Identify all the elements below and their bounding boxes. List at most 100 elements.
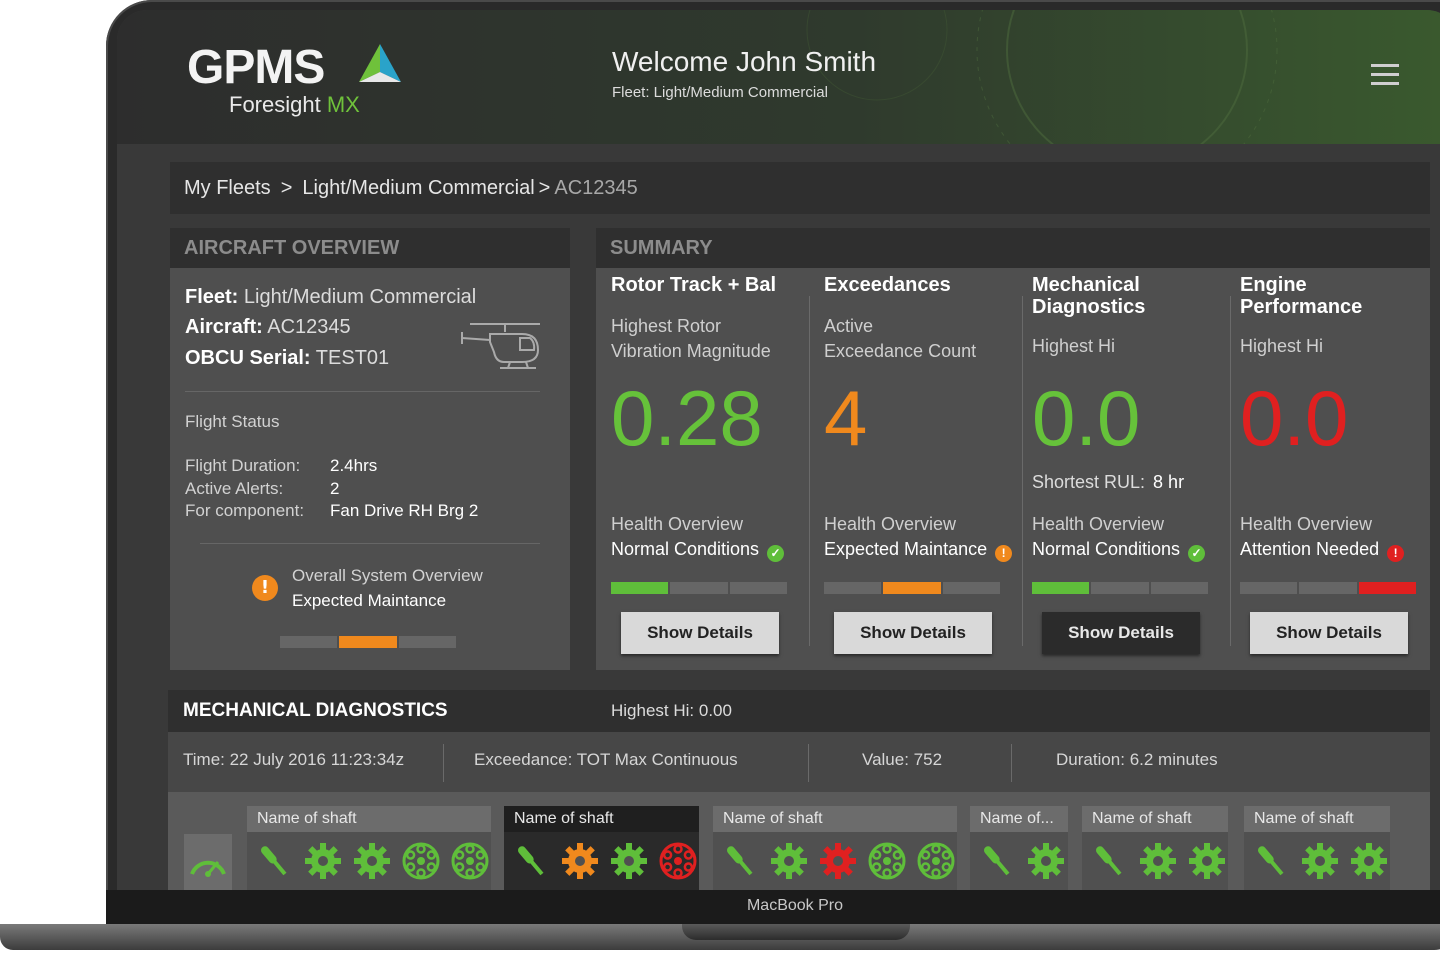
engine-performance-health-bar bbox=[1240, 582, 1416, 594]
shaft-component-icons bbox=[976, 840, 1067, 882]
bearing-icon[interactable] bbox=[866, 840, 908, 882]
warning-icon: ! bbox=[252, 575, 278, 601]
summary-column-divider bbox=[1230, 296, 1231, 646]
bearing-icon[interactable] bbox=[400, 840, 442, 882]
breadcrumb: My Fleets > Light/Medium Commercial > AC1234… bbox=[170, 162, 1430, 214]
gear-icon[interactable] bbox=[1348, 840, 1390, 882]
shaft-card[interactable]: Name of shaft bbox=[1244, 806, 1390, 890]
gear-icon[interactable] bbox=[1025, 840, 1067, 882]
engine-performance-card: Engine Performance Highest Hi 0.0 Health Ov… bbox=[1240, 268, 1430, 670]
menu-icon[interactable] bbox=[1371, 64, 1399, 91]
overview-obcu: OBCU Serial: TEST01 bbox=[185, 347, 389, 370]
aircraft-overview-title: AIRCRAFT OVERVIEW bbox=[170, 228, 570, 268]
gear-icon[interactable] bbox=[559, 840, 601, 882]
sensor-probe-icon[interactable] bbox=[1088, 840, 1130, 882]
shaft-component-icons bbox=[1088, 840, 1228, 882]
engine-performance-health-label: Health Overview bbox=[1240, 514, 1373, 534]
gear-icon[interactable] bbox=[1137, 840, 1179, 882]
gauge-icon bbox=[190, 860, 226, 877]
gear-icon[interactable] bbox=[1186, 840, 1228, 882]
mechanical-diagnostics-health-bar-segment bbox=[1032, 582, 1090, 594]
shaft-card[interactable]: Name of shaft bbox=[1082, 806, 1228, 890]
sensor-probe-icon[interactable] bbox=[1250, 840, 1292, 882]
sensor-probe-icon[interactable] bbox=[510, 840, 552, 882]
bearing-icon[interactable] bbox=[915, 840, 957, 882]
exceedances-health-status-text: Expected Maintance bbox=[824, 539, 988, 559]
sensor-probe-icon[interactable] bbox=[719, 840, 761, 882]
active-alerts-value: 2 bbox=[330, 479, 340, 498]
check-circle-icon: ✓ bbox=[767, 545, 785, 562]
rotor-track-bal-health-bar-segment bbox=[670, 582, 728, 594]
shaft-name: Name of shaft bbox=[504, 806, 699, 832]
bearing-icon[interactable] bbox=[657, 840, 699, 882]
exceedance-duration: Duration: 6.2 minutes bbox=[1056, 750, 1218, 769]
rotor-track-bal-show-details-button[interactable]: Show Details bbox=[621, 612, 779, 654]
check-circle-icon: ✓ bbox=[1188, 545, 1206, 562]
engine-performance-health-bar-segment bbox=[1240, 582, 1298, 594]
shaft-card[interactable]: Name of shaft bbox=[504, 806, 699, 890]
app-header: GPMS Foresight MX Welcome John Smith Fle… bbox=[117, 10, 1440, 144]
engine-performance-value: 0.0 bbox=[1240, 374, 1349, 462]
mechanical-diagnostics-title: Mechanical Diagnostics bbox=[1032, 274, 1146, 318]
gear-icon[interactable] bbox=[302, 840, 344, 882]
bearing-icon[interactable] bbox=[449, 840, 491, 882]
sensor-probe-icon[interactable] bbox=[253, 840, 295, 882]
shaft-name: Name of... bbox=[970, 806, 1068, 832]
flight-duration-value: 2.4hrs bbox=[330, 456, 378, 475]
logo-subtitle: Foresight MX bbox=[229, 92, 360, 118]
header-fleet: Fleet: Light/Medium Commercial bbox=[612, 84, 828, 101]
mechanical-diagnostics-health-status: Normal Conditions ✓ bbox=[1032, 539, 1206, 562]
shaft-strip: Name of shaft Name of shaft Name of shaft N… bbox=[168, 792, 1430, 890]
shaft-name: Name of shaft bbox=[247, 806, 491, 832]
exceedances-health-bar-segment bbox=[824, 582, 882, 594]
shaft-component-icons bbox=[719, 840, 957, 882]
gear-icon[interactable] bbox=[1299, 840, 1341, 882]
breadcrumb-current: AC12345 bbox=[554, 177, 638, 199]
mechanical-diagnostics-header: MECHANICAL DIAGNOSTICS Highest Hi: 0.00 bbox=[168, 690, 1430, 732]
mechanical-diagnostics-health-bar bbox=[1032, 582, 1208, 594]
exceedances-health-bar-segment bbox=[883, 582, 941, 594]
gear-icon[interactable] bbox=[768, 840, 810, 882]
shaft-component-icons bbox=[510, 840, 699, 882]
rotor-track-bal-card: Rotor Track + Bal Highest Rotor Vibration… bbox=[611, 268, 801, 670]
gear-icon[interactable] bbox=[351, 840, 393, 882]
shaft-card[interactable]: Name of... bbox=[970, 806, 1068, 890]
engine-performance-subtitle: Highest Hi bbox=[1240, 336, 1324, 356]
summary-column-divider bbox=[809, 296, 810, 646]
fleet-label: Fleet: bbox=[185, 286, 239, 308]
shaft-name: Name of shaft bbox=[1082, 806, 1228, 832]
exceedances-show-details-button[interactable]: Show Details bbox=[834, 612, 992, 654]
mechanical-diagnostics-show-details-button[interactable]: Show Details bbox=[1042, 612, 1200, 654]
rotor-track-bal-health-status-text: Normal Conditions bbox=[611, 539, 760, 559]
exceedance-details-row: Time: 22 July 2016 11:23:34z Exceedance:… bbox=[168, 732, 1430, 792]
component-value: Fan Drive RH Brg 2 bbox=[330, 501, 479, 520]
mechanical-diagnostics-subtitle: Highest Hi bbox=[1032, 336, 1116, 356]
active-alerts-label: Active Alerts: bbox=[185, 479, 284, 498]
rotor-track-bal-title: Rotor Track + Bal bbox=[611, 274, 777, 296]
shortest-rul-label: Shortest RUL: bbox=[1032, 472, 1146, 492]
shaft-card[interactable]: Name of shaft bbox=[713, 806, 957, 890]
mechanical-diagnostics-health-label: Health Overview bbox=[1032, 514, 1165, 534]
gpms-logo-icon bbox=[359, 44, 401, 82]
rotor-track-bal-subtitle: Highest Rotor Vibration Magnitude bbox=[611, 316, 771, 361]
gear-icon[interactable] bbox=[608, 840, 650, 882]
gpms-logo-text: GPMS bbox=[187, 41, 325, 94]
breadcrumb-separator: > bbox=[538, 177, 551, 199]
gear-icon[interactable] bbox=[817, 840, 859, 882]
aircraft-overview-panel: AIRCRAFT OVERVIEW Fleet: Light/Medium Co… bbox=[170, 228, 570, 670]
helicopter-icon bbox=[461, 323, 540, 369]
gauge-tile[interactable] bbox=[184, 834, 232, 890]
engine-performance-show-details-button[interactable]: Show Details bbox=[1250, 612, 1408, 654]
rotor-track-bal-health-bar-segment bbox=[729, 582, 787, 594]
sensor-probe-icon[interactable] bbox=[976, 840, 1018, 882]
rotor-track-bal-value: 0.28 bbox=[611, 374, 763, 462]
exceedances-card: Exceedances Active Exceedance Count 4 Healt… bbox=[824, 268, 1014, 670]
device-label: MacBook Pro bbox=[746, 897, 844, 914]
shaft-card[interactable]: Name of shaft bbox=[247, 806, 491, 890]
breadcrumb-my-fleets[interactable]: My Fleets bbox=[184, 177, 271, 199]
component-label: For component: bbox=[185, 501, 305, 520]
fleet-value: Light/Medium Commercial bbox=[243, 286, 477, 308]
shaft-name: Name of shaft bbox=[713, 806, 957, 832]
breadcrumb-fleet[interactable]: Light/Medium Commercial bbox=[302, 177, 534, 199]
shaft-component-icons bbox=[253, 840, 491, 882]
